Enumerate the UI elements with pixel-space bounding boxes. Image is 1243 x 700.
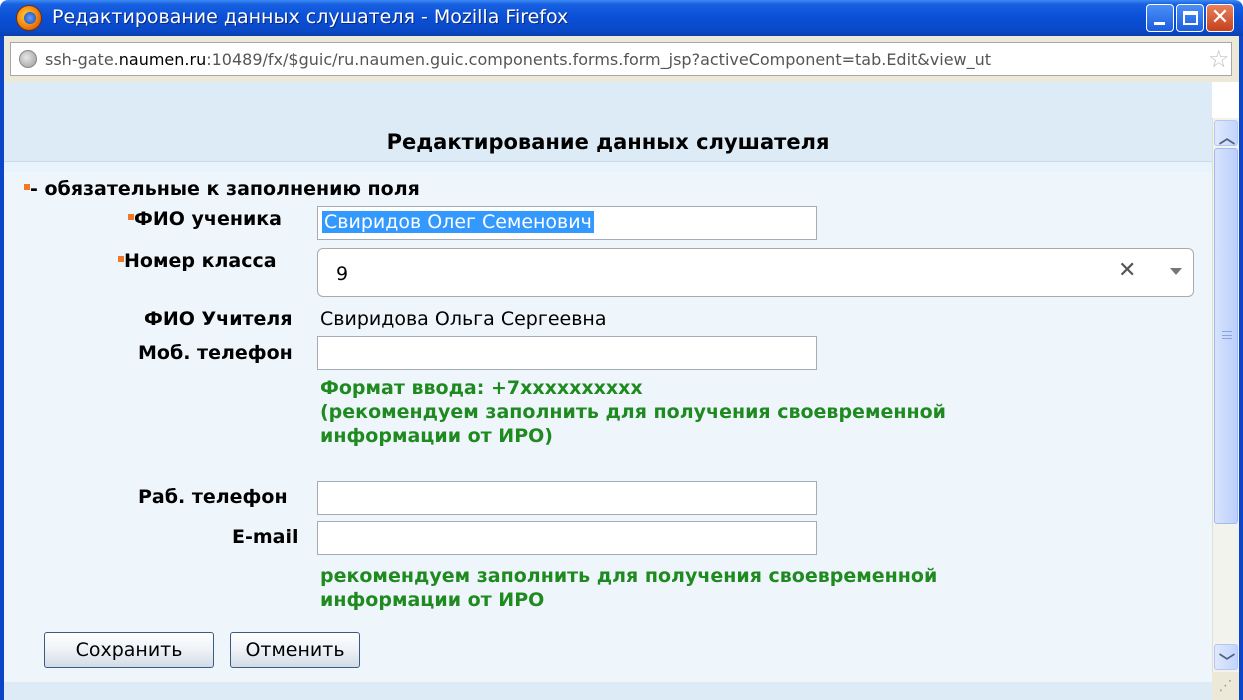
work-phone-field[interactable] [317,481,817,515]
email-hint-line1: рекомендуем заполнить для получения свое… [320,565,938,587]
star-icon[interactable]: ☆ [1208,45,1230,73]
class-number-value: 9 [336,263,349,285]
minimize-icon [1154,22,1165,25]
scroll-up-button[interactable]: ︿ [1214,120,1238,147]
email-field[interactable] [317,521,817,555]
chevron-down-icon: ﹀ [1219,652,1236,671]
email-hint: рекомендуем заполнить для получения свое… [320,564,937,612]
globe-icon[interactable] [19,50,37,68]
required-legend-text: - обязательные к заполнению поля [30,178,420,200]
url-text[interactable]: ssh-gate.naumen.ru:10489/fx/$guic/ru.nau… [45,50,1205,69]
class-number-label: Номер класса [118,250,277,272]
firefox-logo-icon [16,5,42,31]
maximize-button[interactable] [1176,4,1204,32]
scrollbar-thumb[interactable] [1214,148,1238,524]
required-legend: - обязательные к заполнению поля [24,178,420,200]
mobile-phone-hint-line3: информации от ИРО) [320,425,553,447]
scroll-down-button[interactable]: ﹀ [1214,644,1238,671]
close-window-button[interactable]: ✕ [1206,4,1234,32]
address-bar[interactable]: ssh-gate.naumen.ru:10489/fx/$guic/ru.nau… [10,42,1232,76]
mobile-phone-hint-line2: (рекомендуем заполнить для получения сво… [320,401,946,423]
class-number-select[interactable]: 9 [317,248,1194,297]
mobile-phone-hint: Формат ввода: +7xxxxxxxxxx (рекомендуем … [320,376,946,448]
grip-icon [1222,331,1232,339]
window-title: Редактирование данных слушателя - Mozill… [52,6,569,28]
chevron-down-icon[interactable] [1170,268,1182,275]
vertical-scrollbar[interactable]: ︿ ﹀ [1212,118,1239,700]
mobile-phone-field[interactable] [317,336,817,370]
cancel-button[interactable]: Отменить [230,632,360,668]
save-button[interactable]: Сохранить [44,632,214,668]
student-name-value: Свиридов Олег Семенович [322,211,594,233]
address-bar-area: ssh-gate.naumen.ru:10489/fx/$guic/ru.nau… [4,36,1239,82]
chevron-up-icon: ︿ [1219,128,1236,147]
student-name-field[interactable]: Свиридов Олег Семенович [317,206,817,240]
close-icon: ✕ [1210,5,1230,30]
resize-grip-icon[interactable]: ⋰ [1212,672,1239,700]
class-number-label-text: Номер класса [124,250,277,272]
minimize-button[interactable] [1146,4,1174,32]
student-name-label: ФИО ученика [128,208,282,230]
student-name-label-text: ФИО ученика [134,208,282,230]
url-domain: naumen.ru [118,50,207,69]
maximize-icon [1183,11,1198,25]
mobile-phone-label: Моб. телефон [138,342,293,364]
email-label: E-mail [232,526,299,548]
url-prefix: ssh-gate. [45,50,119,69]
teacher-label: ФИО Учителя [144,308,293,330]
page-title: Редактирование данных слушателя [4,122,1212,162]
clear-icon[interactable]: ✕ [1118,258,1136,283]
window-titlebar[interactable]: Редактирование данных слушателя - Mozill… [0,0,1243,36]
work-phone-label: Раб. телефон [138,486,288,508]
teacher-value: Свиридова Ольга Сергеевна [320,308,607,330]
url-path: :10489/fx/$guic/ru.naumen.guic.component… [206,50,992,69]
mobile-phone-hint-line1: Формат ввода: +7xxxxxxxxxx [320,377,643,399]
email-hint-line2: информации от ИРО [320,589,545,611]
window-frame-right [1239,36,1243,700]
footer-strip [4,682,1212,700]
